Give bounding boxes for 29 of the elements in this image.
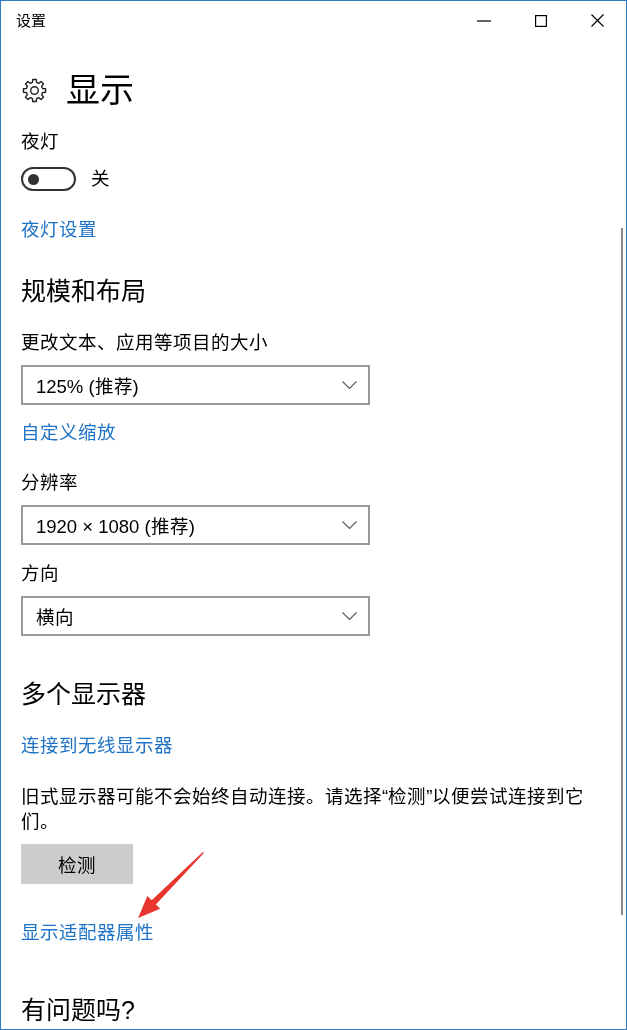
- annotation-arrow: [138, 852, 204, 918]
- settings-link[interactable]: 自定义缩放: [21, 420, 116, 446]
- chevron-down-icon: [342, 612, 357, 620]
- description-text: 旧式显示器可能不会始终自动连接。请选择“检测”以便尝试连接到它们。: [21, 785, 586, 834]
- setting-label: 更改文本、应用等项目的大小: [21, 331, 268, 355]
- settings-link[interactable]: 连接到无线显示器: [21, 733, 173, 759]
- setting-label: 夜灯: [21, 130, 59, 154]
- section-heading: 有问题吗?: [21, 995, 135, 1026]
- settings-icon: [22, 77, 47, 103]
- dropdown[interactable]: 横向: [21, 596, 370, 636]
- settings-link[interactable]: 显示适配器属性: [21, 920, 154, 946]
- settings-link[interactable]: 夜灯设置: [21, 217, 97, 243]
- chevron-down-icon: [342, 521, 357, 529]
- chevron-down-icon: [342, 381, 357, 389]
- setting-label: 分辨率: [21, 471, 78, 495]
- setting-label: 方向: [21, 562, 59, 586]
- dropdown[interactable]: 1920 × 1080 (推荐): [21, 505, 370, 545]
- toggle-state-label: 关: [91, 167, 110, 191]
- action-button[interactable]: 检测: [21, 844, 133, 884]
- close-icon[interactable]: [591, 14, 604, 27]
- toggle-switch[interactable]: [21, 167, 76, 191]
- window-title: 设置: [16, 10, 46, 31]
- minimize-icon[interactable]: [477, 19, 491, 22]
- scrollbar-thumb[interactable]: [621, 228, 623, 915]
- section-heading: 规模和布局: [21, 276, 146, 307]
- dropdown[interactable]: 125% (推荐): [21, 365, 370, 405]
- page-title: 显示: [66, 70, 134, 111]
- maximize-icon[interactable]: [535, 14, 547, 27]
- section-heading: 多个显示器: [21, 679, 146, 710]
